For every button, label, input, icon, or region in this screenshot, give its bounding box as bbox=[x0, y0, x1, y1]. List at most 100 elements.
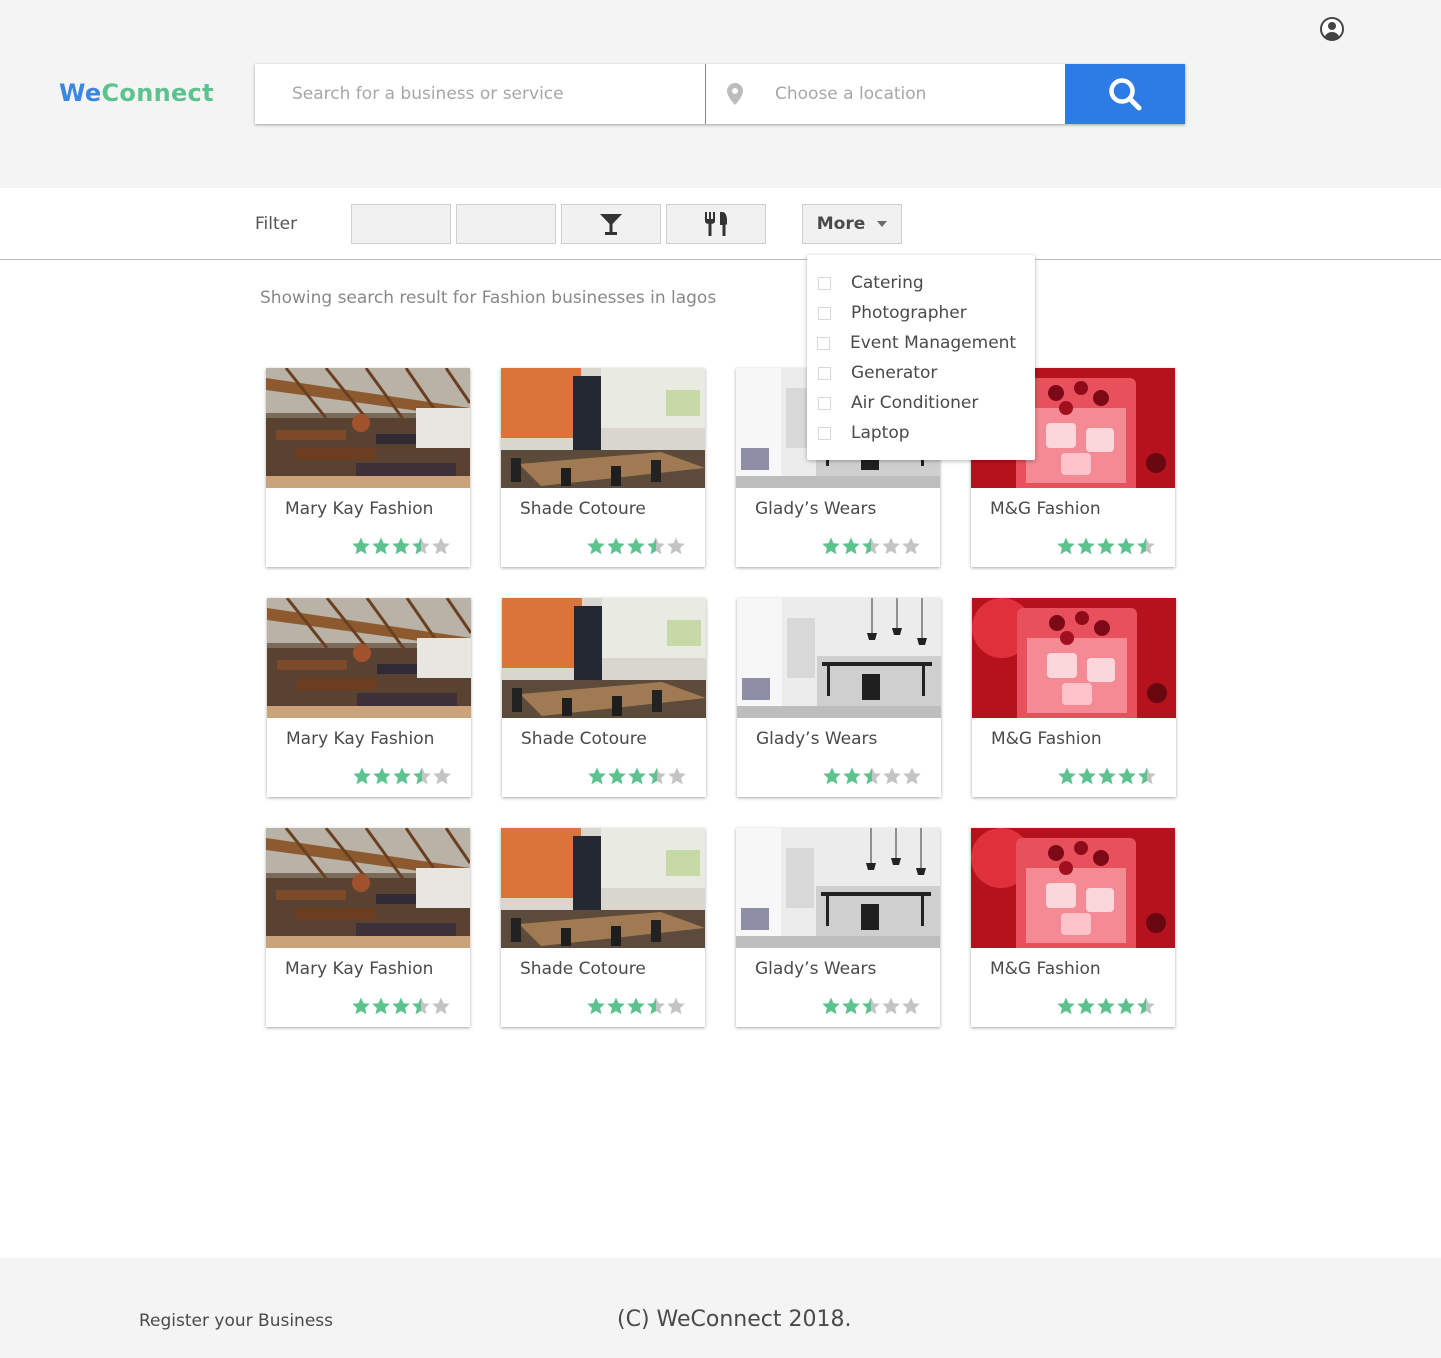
star-rating bbox=[587, 537, 685, 555]
business-search-field[interactable] bbox=[255, 64, 706, 124]
filter-option-air-conditioner[interactable]: Air Conditioner bbox=[807, 388, 1035, 418]
business-photo bbox=[502, 598, 706, 718]
filter-option-label: Photographer bbox=[851, 303, 967, 323]
business-card[interactable]: Glady’s Wears bbox=[736, 828, 940, 1027]
business-name: Mary Kay Fashion bbox=[285, 499, 434, 519]
brand-logo[interactable]: WeConnect bbox=[59, 79, 214, 107]
star-icon bbox=[1057, 537, 1075, 555]
business-card[interactable]: Mary Kay Fashion bbox=[266, 368, 470, 567]
star-icon bbox=[433, 767, 451, 785]
filter-option-event-management[interactable]: Event Management bbox=[807, 328, 1035, 358]
filter-option-photographer[interactable]: Photographer bbox=[807, 298, 1035, 328]
restaurant-photo bbox=[266, 368, 470, 488]
white-office-photo bbox=[736, 828, 940, 948]
business-name: Shade Cotoure bbox=[520, 959, 646, 979]
filter-option-label: Catering bbox=[851, 273, 924, 293]
filter-button-drinks[interactable] bbox=[561, 204, 661, 244]
star-icon bbox=[1058, 767, 1076, 785]
business-search-input[interactable] bbox=[292, 84, 705, 104]
red-drink-photo bbox=[971, 828, 1175, 948]
star-icon bbox=[588, 767, 606, 785]
checkbox[interactable] bbox=[817, 336, 830, 350]
filter-option-catering[interactable]: Catering bbox=[807, 268, 1035, 298]
filter-label: Filter bbox=[255, 214, 298, 234]
star-icon bbox=[608, 767, 626, 785]
star-icon bbox=[647, 537, 665, 555]
business-photo bbox=[501, 368, 705, 488]
star-rating bbox=[822, 997, 920, 1015]
filter-option-laptop[interactable]: Laptop bbox=[807, 418, 1035, 448]
checkbox[interactable] bbox=[818, 366, 831, 380]
star-icon bbox=[903, 767, 921, 785]
filter-bar: Filter More bbox=[0, 188, 1441, 260]
business-photo bbox=[972, 598, 1176, 718]
star-icon bbox=[883, 767, 901, 785]
star-icon bbox=[1097, 997, 1115, 1015]
business-card[interactable]: Glady’s Wears bbox=[737, 598, 941, 797]
star-icon bbox=[352, 997, 370, 1015]
star-icon bbox=[822, 997, 840, 1015]
business-name: M&G Fashion bbox=[990, 499, 1101, 519]
register-business-link[interactable]: Register your Business bbox=[139, 1311, 333, 1331]
star-rating bbox=[823, 767, 921, 785]
fork-knife-icon bbox=[705, 212, 727, 236]
star-icon bbox=[647, 997, 665, 1015]
business-photo bbox=[267, 598, 471, 718]
star-icon bbox=[607, 997, 625, 1015]
business-photo bbox=[266, 828, 470, 948]
search-result-caption: Showing search result for Fashion busine… bbox=[260, 288, 717, 308]
star-icon bbox=[432, 537, 450, 555]
star-icon bbox=[667, 997, 685, 1015]
business-name: Mary Kay Fashion bbox=[285, 959, 434, 979]
star-icon bbox=[862, 537, 880, 555]
business-card[interactable]: Shade Cotoure bbox=[501, 368, 705, 567]
business-card[interactable]: Mary Kay Fashion bbox=[267, 598, 471, 797]
more-filters-button[interactable]: More bbox=[802, 204, 902, 244]
business-card[interactable]: Shade Cotoure bbox=[502, 598, 706, 797]
business-photo bbox=[266, 368, 470, 488]
search-button[interactable] bbox=[1065, 64, 1185, 124]
conference-room-photo bbox=[501, 828, 705, 948]
business-card[interactable]: Shade Cotoure bbox=[501, 828, 705, 1027]
checkbox[interactable] bbox=[818, 306, 831, 320]
star-icon bbox=[863, 767, 881, 785]
business-name: M&G Fashion bbox=[990, 959, 1101, 979]
star-icon bbox=[862, 997, 880, 1015]
star-rating bbox=[353, 767, 451, 785]
star-icon bbox=[432, 997, 450, 1015]
conference-room-photo bbox=[501, 368, 705, 488]
star-icon bbox=[628, 767, 646, 785]
business-name: Mary Kay Fashion bbox=[286, 729, 435, 749]
business-card[interactable]: Mary Kay Fashion bbox=[266, 828, 470, 1027]
filter-button-restaurants[interactable] bbox=[666, 204, 766, 244]
location-field[interactable] bbox=[706, 64, 1065, 124]
business-name: Glady’s Wears bbox=[755, 959, 877, 979]
business-card[interactable]: M&G Fashion bbox=[971, 828, 1175, 1027]
checkbox[interactable] bbox=[818, 276, 831, 290]
star-icon bbox=[822, 537, 840, 555]
star-icon bbox=[667, 537, 685, 555]
star-icon bbox=[587, 537, 605, 555]
filter-option-generator[interactable]: Generator bbox=[807, 358, 1035, 388]
star-icon bbox=[843, 767, 861, 785]
star-icon bbox=[902, 537, 920, 555]
star-icon bbox=[1097, 537, 1115, 555]
caret-down-icon bbox=[877, 221, 888, 227]
business-name: M&G Fashion bbox=[991, 729, 1102, 749]
checkbox[interactable] bbox=[818, 426, 831, 440]
star-rating bbox=[1058, 767, 1156, 785]
star-rating bbox=[1057, 537, 1155, 555]
location-input[interactable] bbox=[775, 84, 1065, 104]
star-icon bbox=[1098, 767, 1116, 785]
star-icon bbox=[627, 997, 645, 1015]
star-rating bbox=[1057, 997, 1155, 1015]
star-rating bbox=[822, 537, 920, 555]
star-rating bbox=[352, 537, 450, 555]
filter-button-2[interactable] bbox=[456, 204, 556, 244]
checkbox[interactable] bbox=[818, 396, 831, 410]
filter-option-label: Event Management bbox=[850, 333, 1017, 353]
filter-option-label: Laptop bbox=[851, 423, 910, 443]
user-circle-icon[interactable] bbox=[1320, 17, 1344, 41]
business-card[interactable]: M&G Fashion bbox=[972, 598, 1176, 797]
filter-button-1[interactable] bbox=[351, 204, 451, 244]
